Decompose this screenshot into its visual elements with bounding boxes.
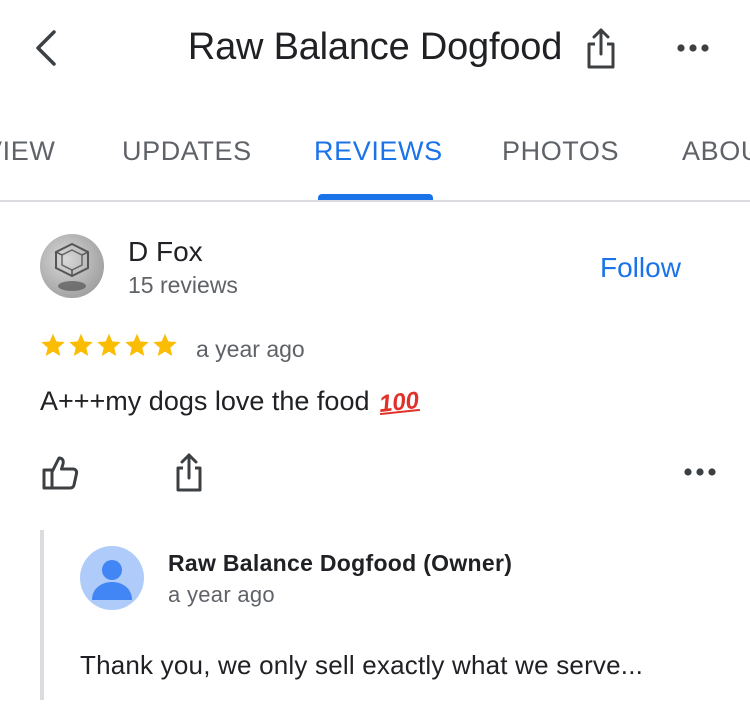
- share-button[interactable]: [580, 22, 622, 74]
- tab-overview[interactable]: VIEW: [0, 136, 55, 167]
- owner-reply-timestamp: a year ago: [168, 582, 275, 607]
- owner-name: Raw Balance Dogfood (Owner): [168, 550, 513, 576]
- owner-reply-text[interactable]: Thank you, we only sell exactly what we …: [80, 650, 643, 681]
- tab-bar: VIEW UPDATES REVIEWS PHOTOS ABOU: [0, 100, 750, 202]
- more-options-button[interactable]: [672, 30, 714, 66]
- page-title: Raw Balance Dogfood: [187, 26, 563, 68]
- star-icon: [41, 333, 65, 357]
- review-timestamp: a year ago: [196, 336, 305, 362]
- star-rating: [40, 332, 178, 358]
- share-icon: [176, 453, 202, 492]
- tab-photos[interactable]: PHOTOS: [502, 136, 619, 167]
- star-icon: [69, 333, 93, 357]
- like-button[interactable]: [40, 452, 82, 494]
- cube-logo-icon: [55, 242, 89, 291]
- star-icon: [97, 333, 121, 357]
- owner-avatar: [80, 546, 144, 610]
- star-icon: [153, 333, 177, 357]
- tabs-divider: [0, 200, 750, 202]
- review-text-content: A+++my dogs love the food: [40, 386, 370, 416]
- review-text: A+++my dogs love the food 100: [40, 386, 421, 419]
- thumbs-up-icon: [42, 456, 79, 490]
- tab-updates[interactable]: UPDATES: [122, 136, 252, 167]
- follow-button[interactable]: Follow: [600, 252, 681, 284]
- reviewer-review-count: 15 reviews: [128, 272, 238, 298]
- tab-about[interactable]: ABOU: [682, 136, 750, 167]
- review-more-options-button[interactable]: [680, 462, 720, 482]
- reviewer-name[interactable]: D Fox: [128, 236, 203, 268]
- owner-reply: Raw Balance Dogfood (Owner) a year ago T…: [40, 530, 720, 700]
- tab-reviews[interactable]: REVIEWS: [314, 136, 443, 167]
- share-icon: [587, 28, 615, 69]
- reviewer-avatar[interactable]: [40, 234, 104, 298]
- review-share-button[interactable]: [172, 450, 206, 494]
- more-horizontal-icon: [684, 468, 716, 476]
- star-icon: [125, 333, 149, 357]
- person-icon: [92, 560, 132, 600]
- app-header: Raw Balance Dogfood: [0, 0, 750, 100]
- more-horizontal-icon: [677, 44, 709, 52]
- hundred-points-emoji-icon: 100: [378, 386, 421, 419]
